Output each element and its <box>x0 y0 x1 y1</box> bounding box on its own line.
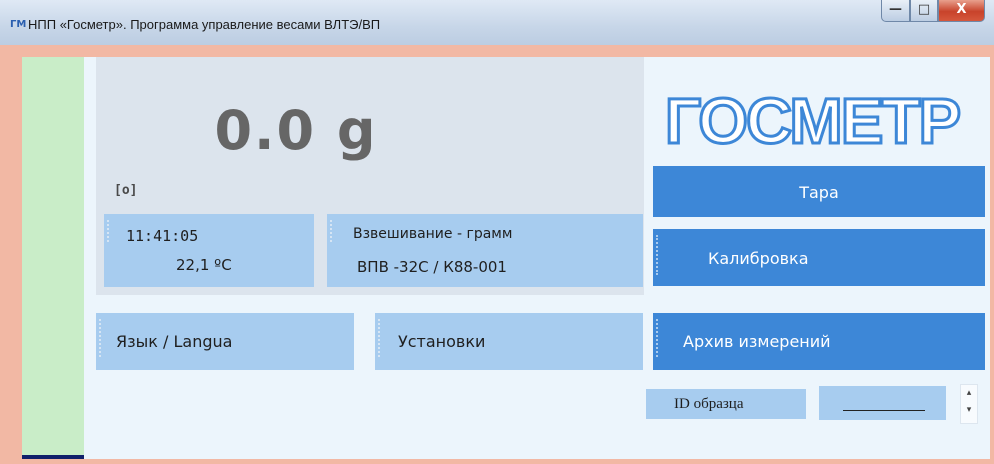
weight-readout: 0.0 g <box>214 99 378 162</box>
client-area: 0.0 g [o] 11:41:05 22,1 ºC Взвешивание -… <box>22 57 990 459</box>
sample-id-field[interactable] <box>819 386 946 420</box>
sample-id-label-text: ID образца <box>674 396 744 412</box>
side-strip <box>22 57 84 459</box>
temperature: 22,1 ºC <box>176 256 232 274</box>
settings-label: Установки <box>398 332 486 351</box>
mode-label: Взвешивание - грамм <box>353 226 513 242</box>
zero-indicator: [o] <box>114 183 138 198</box>
calibration-button[interactable]: Калибровка <box>653 229 985 286</box>
spin-up-icon[interactable]: ▴ <box>961 385 977 402</box>
minimize-button[interactable]: — <box>881 0 910 22</box>
app-icon: ГМ <box>10 19 27 30</box>
gosmetr-logo: ГОСМЕТР <box>663 85 963 155</box>
tare-label: Тара <box>799 183 839 202</box>
language-label: Язык / Langua <box>116 332 233 351</box>
calibration-label: Калибровка <box>708 249 809 268</box>
archive-label: Архив измерений <box>683 332 831 351</box>
mode-device-box: Взвешивание - грамм ВПВ -32С / К88-001 <box>327 214 643 287</box>
side-strip-marker <box>22 455 84 459</box>
maximize-button[interactable]: □ <box>910 0 938 22</box>
settings-button[interactable]: Установки <box>375 313 643 370</box>
time-temperature-box: 11:41:05 22,1 ºC <box>104 214 314 287</box>
sample-id-underline <box>843 410 925 411</box>
sample-id-spinner[interactable]: ▴ ▾ <box>960 384 978 424</box>
device-label: ВПВ -32С / К88-001 <box>357 258 507 276</box>
close-button[interactable]: X <box>938 0 985 22</box>
grip-handle <box>99 319 103 357</box>
grip-handle <box>656 235 660 275</box>
grip-handle <box>107 220 111 242</box>
grip-handle <box>330 220 334 242</box>
app-window: ГМ НПП «Госметр». Программа управление в… <box>0 0 994 464</box>
grip-handle <box>378 319 382 357</box>
clock-time: 11:41:05 <box>126 227 199 245</box>
svg-text:ГОСМЕТР: ГОСМЕТР <box>665 85 960 155</box>
spin-down-icon[interactable]: ▾ <box>961 402 977 419</box>
tare-button[interactable]: Тара <box>653 166 985 217</box>
grip-handle <box>656 319 660 357</box>
window-title: НПП «Госметр». Программа управление веса… <box>28 17 381 32</box>
language-button[interactable]: Язык / Langua <box>96 313 354 370</box>
archive-button[interactable]: Архив измерений <box>653 313 985 370</box>
title-bar[interactable]: ГМ НПП «Госметр». Программа управление в… <box>0 0 994 45</box>
sample-id-label: ID образца <box>646 389 806 419</box>
